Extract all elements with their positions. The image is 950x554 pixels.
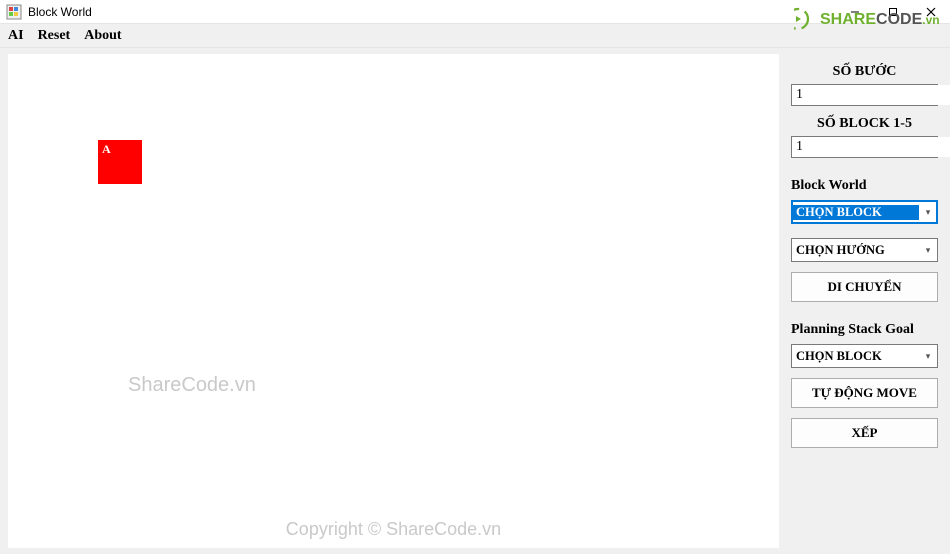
watermark-left: ShareCode.vn [128,374,256,397]
select-block2-text: CHỌN BLOCK [792,349,919,364]
app-icon [6,4,22,20]
close-button[interactable] [912,0,950,24]
steps-label: SỐ BƯỚC [791,64,938,80]
steps-numeric[interactable]: ▲ ▼ [791,84,938,106]
select-block2-combo[interactable]: CHỌN BLOCK ▾ [791,344,938,368]
blocks-label: SỐ BLOCK 1-5 [791,116,938,132]
watermark-center: Copyright © ShareCode.vn [286,519,501,540]
menu-reset[interactable]: Reset [38,28,71,44]
steps-input[interactable] [792,85,950,105]
group-blockworld-title: Block World [791,178,938,194]
chevron-down-icon: ▾ [919,351,937,362]
select-direction-combo[interactable]: CHỌN HƯỚNG ▾ [791,238,938,262]
content-area: A ShareCode.vn Copyright © ShareCode.vn … [0,48,950,554]
window-title: Block World [28,5,92,19]
maximize-button[interactable] [874,0,912,24]
block-a[interactable]: A [98,140,142,184]
menu-about[interactable]: About [84,28,121,44]
blocks-input[interactable] [792,137,950,157]
select-block-combo[interactable]: CHỌN BLOCK ▾ [791,200,938,224]
stack-button[interactable]: XẾP [791,418,938,448]
titlebar: Block World [0,0,950,24]
block-canvas[interactable]: A ShareCode.vn Copyright © ShareCode.vn [8,54,779,548]
group-planning-title: Planning Stack Goal [791,322,938,338]
auto-move-button[interactable]: TỰ ĐỘNG MOVE [791,378,938,408]
chevron-down-icon: ▾ [919,245,937,256]
select-direction-text: CHỌN HƯỚNG [792,243,919,258]
minimize-button[interactable] [836,0,874,24]
side-panel: SỐ BƯỚC ▲ ▼ SỐ BLOCK 1-5 ▲ ▼ Block World… [785,48,950,554]
menubar: AI Reset About [0,24,950,48]
select-block-text: CHỌN BLOCK [792,205,919,220]
menu-ai[interactable]: AI [8,28,24,44]
blocks-numeric[interactable]: ▲ ▼ [791,136,938,158]
canvas-wrap: A ShareCode.vn Copyright © ShareCode.vn [0,48,785,554]
chevron-down-icon: ▾ [919,207,937,218]
move-button[interactable]: DI CHUYỂN [791,272,938,302]
